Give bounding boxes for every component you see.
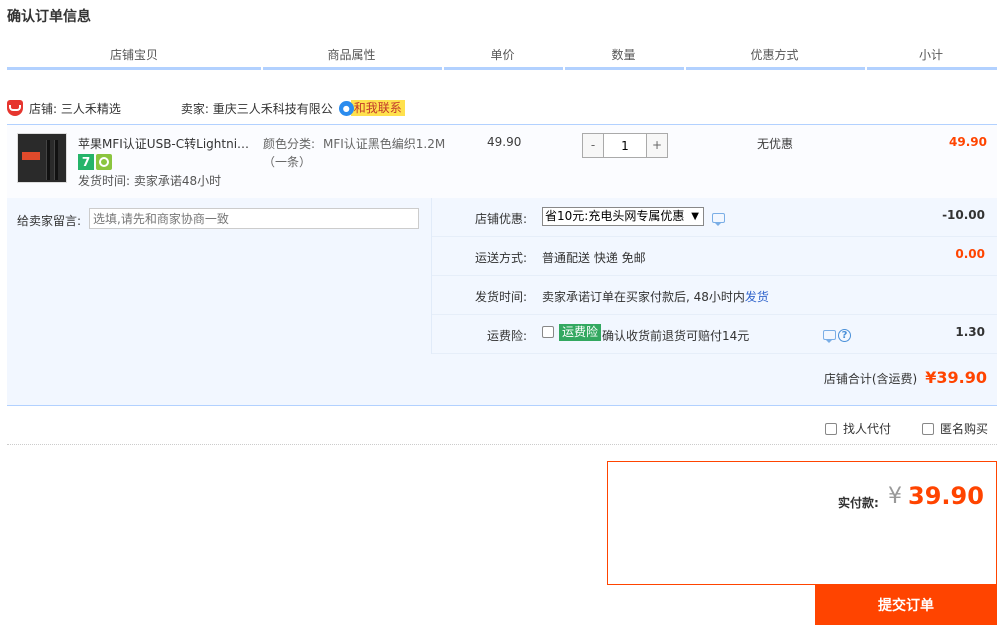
quantity-decrease-button[interactable]: - [583, 134, 603, 157]
column-header-discount: 优惠方式 [684, 44, 865, 70]
payment-summary: 实付款: ¥ 39.90 [607, 461, 997, 585]
coupon-info-icon[interactable] [712, 213, 725, 226]
shipping-row: 运送方式: 普通配送 快递 免邮 0.00 [432, 237, 997, 276]
proxy-pay-option[interactable]: 找人代付 [825, 420, 891, 437]
delivery-promise: 卖家承诺订单在买家付款后, 48小时内 [542, 290, 745, 304]
quantity-increase-button[interactable]: + [647, 134, 667, 157]
column-header-quantity: 数量 [563, 44, 684, 70]
pay-currency: ¥ [888, 484, 902, 509]
options-panel: 店铺优惠: 省10元:充电头网专属优惠 -10.00 运送方式: 普通配送 快递… [431, 198, 997, 354]
insurance-tag: 运费险 [559, 324, 602, 341]
coupon-amount: -10.00 [942, 208, 985, 222]
memo-label: 给卖家留言: [17, 214, 82, 228]
pay-label: 实付款: [838, 496, 879, 510]
shop-info: 店铺: 三人禾精选 卖家: 重庆三人禾科技有限公 ● 和我联系 [7, 98, 405, 118]
order-item-row: 苹果MFI认证USB-C转Lightning... 7 发货时间: 卖家承诺48… [7, 124, 997, 198]
shop-total-amount: ¥39.90 [925, 368, 987, 387]
insurance-amount: 1.30 [955, 325, 985, 339]
contact-seller-label: 和我联系 [350, 100, 405, 116]
shop-icon [7, 100, 23, 116]
coupon-label: 店铺优惠: [474, 212, 527, 226]
chat-bubble-icon: ● [338, 100, 354, 116]
item-subtotal: 49.90 [949, 135, 987, 149]
ship-time: 发货时间: 卖家承诺48小时 [78, 174, 222, 188]
seller-name: 卖家: 重庆三人禾科技有限公 [180, 101, 333, 116]
pay-amount: 39.90 [908, 482, 984, 510]
product-name[interactable]: 苹果MFI认证USB-C转Lightning... [78, 135, 253, 152]
help-icon[interactable]: ? [838, 329, 851, 342]
shop-total-label: 店铺合计(含运费) [823, 372, 918, 386]
extra-options: 找人代付 匿名购买 [7, 407, 997, 445]
anonymous-option[interactable]: 匿名购买 [922, 420, 988, 437]
shop-name[interactable]: 店铺: 三人禾精选 [29, 100, 121, 117]
column-header: 店铺宝贝 商品属性 单价 数量 优惠方式 小计 [7, 44, 997, 70]
order-options: 给卖家留言: 店铺优惠: 省10元:充电头网专属优惠 -10.00 运送方式: … [7, 198, 997, 406]
unit-price: 49.90 [487, 135, 522, 149]
proxy-pay-label: 找人代付 [843, 422, 892, 436]
insurance-row: 运费险: 运费险 确认收货前退货可赔付14元 ? 1.30 [432, 315, 997, 354]
insurance-checkbox[interactable] [542, 326, 554, 338]
product-thumbnail[interactable] [17, 133, 67, 183]
anonymous-label: 匿名购买 [940, 422, 989, 436]
coupon-row: 店铺优惠: 省10元:充电头网专属优惠 -10.00 [432, 198, 997, 237]
anonymous-checkbox[interactable] [922, 422, 934, 435]
shipping-label: 运送方式: [474, 251, 527, 265]
delivery-row: 发货时间: 卖家承诺订单在买家付款后, 48小时内发货 [432, 276, 997, 315]
service-badges: 7 [78, 154, 112, 170]
proxy-pay-checkbox[interactable] [825, 422, 837, 435]
delivery-text: 卖家承诺订单在买家付款后, 48小时内发货 [542, 288, 769, 305]
page-title: 确认订单信息 [7, 9, 91, 25]
delivery-link[interactable]: 发货 [745, 290, 769, 304]
column-header-subtotal: 小计 [865, 44, 997, 70]
insurance-label: 运费险: [486, 329, 527, 343]
delivery-label: 发货时间: [474, 290, 527, 304]
column-header-price: 单价 [442, 44, 563, 70]
shipping-amount: 0.00 [955, 247, 985, 261]
shop-total: 店铺合计(含运费) ¥39.90 [824, 368, 987, 387]
submit-order-button[interactable]: 提交订单 [815, 585, 997, 625]
insurance-desc: 确认收货前退货可赔付14元 [602, 329, 750, 343]
coupon-select[interactable]: 省10元:充电头网专属优惠 [542, 207, 704, 226]
shipping-method: 普通配送 快递 免邮 [542, 251, 646, 265]
quantity-stepper: - + [582, 133, 668, 158]
seller-memo-input[interactable] [89, 208, 419, 229]
column-header-item: 店铺宝贝 [109, 48, 158, 62]
guarantee-badge-icon[interactable] [96, 154, 112, 170]
insurance-chat-icon[interactable] [823, 330, 836, 343]
contact-seller-button[interactable]: ● 和我联系 [338, 100, 405, 116]
column-header-attr: 商品属性 [261, 44, 442, 70]
discount-method: 无优惠 [757, 137, 794, 151]
attr-value: MFI认证黑色编织1.2M [323, 137, 446, 151]
attr-value-extra: （一条） [263, 155, 312, 169]
quantity-input[interactable] [603, 134, 647, 157]
seven-day-return-icon[interactable]: 7 [78, 154, 94, 170]
